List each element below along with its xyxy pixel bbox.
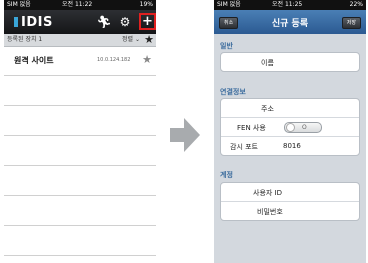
device-name: 원격 사이트 [14,56,54,65]
carrier-text: SIM 없음 [217,1,241,8]
password-label: 비밀번호 [257,208,283,216]
empty-row [4,76,156,106]
new-registration-screen: SIM 없음 오전 11:25 22% 취소 신규 등록 저장 일반 이름 연결… [214,0,366,263]
app-logo: IDIS [14,15,53,30]
gear-icon[interactable]: ⚙︎ [117,14,133,30]
fen-toggle[interactable]: O [284,122,322,133]
section-connection: 연결정보 [220,88,246,96]
fen-row: FEN 사용 O [221,118,359,137]
port-field[interactable]: 감시 포트 8016 [221,137,359,155]
running-person-icon[interactable]: 🏃︎ [96,14,112,30]
port-value: 8016 [283,142,301,150]
toggle-text: O [302,124,307,131]
user-id-label: 사용자 ID [253,189,282,197]
empty-row [4,226,156,256]
save-button[interactable]: 저장 [341,17,361,29]
account-group: 사용자 ID 비밀번호 [220,182,360,221]
user-id-field[interactable]: 사용자 ID [221,183,359,202]
address-field[interactable]: 주소 [221,99,359,118]
carrier-text: SIM 없음 [7,1,31,8]
clock-text: 오전 11:25 [272,1,303,8]
device-list-screen: SIM 없음 오전 11:22 19% IDIS 🏃︎ ⚙︎ + 등록된 장치 … [4,0,156,263]
clock-text: 오전 11:22 [62,1,93,8]
empty-row [4,106,156,136]
name-field[interactable]: 이름 [221,53,359,71]
battery-text: 19% [139,1,153,8]
general-group: 이름 [220,52,360,72]
favorite-star-icon[interactable]: ★ [142,53,152,66]
empty-row [4,166,156,196]
app-header: IDIS 🏃︎ ⚙︎ + [4,10,156,34]
address-label: 주소 [261,105,274,113]
status-bar: SIM 없음 오전 11:22 19% [4,0,156,10]
sort-dropdown[interactable]: 정렬 ⌄ [122,34,140,46]
password-field[interactable]: 비밀번호 [221,202,359,220]
form-header: 취소 신규 등록 저장 [214,10,366,34]
add-device-button[interactable]: + [139,13,156,30]
empty-row [4,196,156,226]
name-label: 이름 [261,59,274,67]
toggle-knob [286,123,295,132]
list-item[interactable]: 원격 사이트 10.0.124.182 ★ [4,46,156,76]
favorites-star-icon[interactable]: ★ [144,34,154,46]
section-general: 일반 [220,42,233,50]
status-bar: SIM 없음 오전 11:25 22% [214,0,366,10]
empty-row [4,136,156,166]
connection-group: 주소 FEN 사용 O 감시 포트 8016 [220,98,360,156]
battery-text: 22% [349,1,363,8]
registered-count: 등록된 장치 1 [7,36,43,43]
device-ip: 10.0.124.182 [97,57,131,63]
device-list: 원격 사이트 10.0.124.182 ★ [4,46,156,263]
fen-label: FEN 사용 [237,124,266,132]
port-label: 감시 포트 [230,143,258,151]
arrow-right-icon [170,118,200,152]
section-account: 계정 [220,171,233,179]
